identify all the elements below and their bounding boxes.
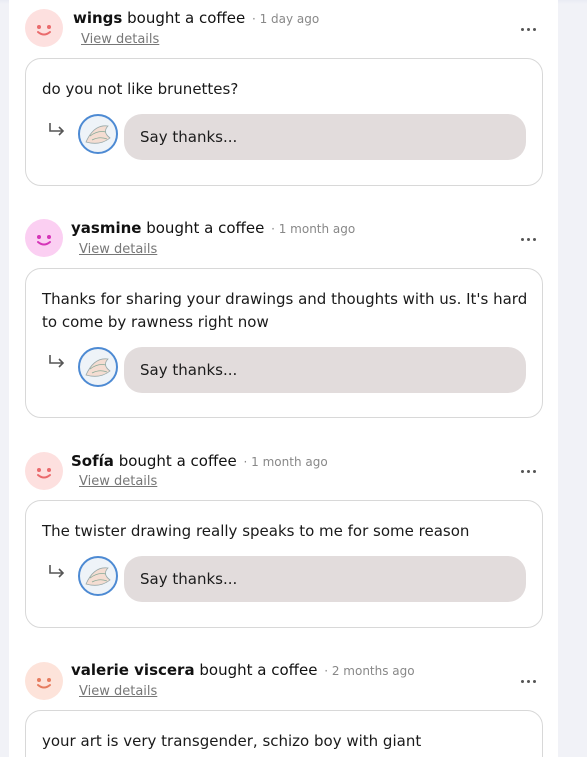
timestamp: · 2 months ago — [324, 664, 415, 678]
supporter-headline: Sofía bought a coffee · 1 month ago — [71, 451, 328, 472]
creator-avatar — [78, 347, 118, 387]
smiley-face-icon — [37, 468, 51, 479]
say-thanks-input[interactable]: Say thanks... — [124, 347, 526, 393]
view-details-link[interactable]: View details — [79, 241, 157, 259]
creator-avatar-image — [85, 358, 111, 377]
message-card: The twister drawing really speaks to me … — [25, 500, 543, 628]
smiley-face-icon — [37, 235, 51, 246]
support-message: your art is very transgender, schizo boy… — [42, 732, 422, 750]
smiley-face-icon — [37, 25, 51, 36]
support-message: The twister drawing really speaks to me … — [42, 522, 470, 540]
timestamp: · 1 day ago — [251, 12, 320, 26]
support-message: do you not like brunettes? — [42, 80, 239, 98]
supporters-feed: wings bought a coffee · 1 day ago View d… — [9, 0, 558, 757]
view-details-link[interactable]: View details — [79, 683, 157, 701]
message-card: your art is very transgender, schizo boy… — [25, 710, 543, 757]
creator-avatar-image — [85, 567, 111, 586]
supporter-avatar[interactable] — [25, 662, 63, 700]
supporter-name[interactable]: yasmine — [71, 219, 141, 237]
supporter-headline: yasmine bought a coffee · 1 month ago — [71, 218, 355, 239]
view-details-link[interactable]: View details — [79, 473, 157, 491]
view-details-link[interactable]: View details — [81, 31, 159, 49]
supporter-action: bought a coffee — [127, 9, 246, 27]
supporter-avatar[interactable] — [25, 9, 63, 47]
smiley-face-icon — [37, 678, 51, 689]
timestamp: · 1 month ago — [271, 222, 356, 236]
more-options-icon[interactable] — [521, 23, 539, 35]
supporter-action: bought a coffee — [199, 661, 318, 679]
reply-arrow-icon — [49, 123, 65, 136]
reply-arrow-icon — [49, 355, 65, 368]
supporter-action: bought a coffee — [146, 219, 265, 237]
supporter-avatar[interactable] — [25, 219, 63, 257]
creator-avatar-image — [85, 125, 111, 144]
supporter-name[interactable]: Sofía — [71, 452, 114, 470]
supporter-avatar[interactable] — [25, 452, 63, 490]
more-options-icon[interactable] — [521, 675, 539, 687]
support-message: Thanks for sharing your drawings and tho… — [42, 290, 528, 331]
creator-avatar — [78, 556, 118, 596]
supporter-headline: valerie viscera bought a coffee · 2 mont… — [71, 660, 415, 681]
creator-avatar — [78, 114, 118, 154]
supporter-headline: wings bought a coffee · 1 day ago — [73, 8, 319, 29]
say-thanks-input[interactable]: Say thanks... — [124, 556, 526, 602]
supporter-name[interactable]: valerie viscera — [71, 661, 195, 679]
supporter-name[interactable]: wings — [73, 9, 122, 27]
say-thanks-input[interactable]: Say thanks... — [124, 114, 526, 160]
message-card: do you not like brunettes? Say thanks... — [25, 58, 543, 186]
more-options-icon[interactable] — [521, 465, 539, 477]
supporter-action: bought a coffee — [118, 452, 237, 470]
message-card: Thanks for sharing your drawings and tho… — [25, 268, 543, 418]
reply-arrow-icon — [49, 565, 65, 578]
more-options-icon[interactable] — [521, 233, 539, 245]
timestamp: · 1 month ago — [243, 455, 328, 469]
